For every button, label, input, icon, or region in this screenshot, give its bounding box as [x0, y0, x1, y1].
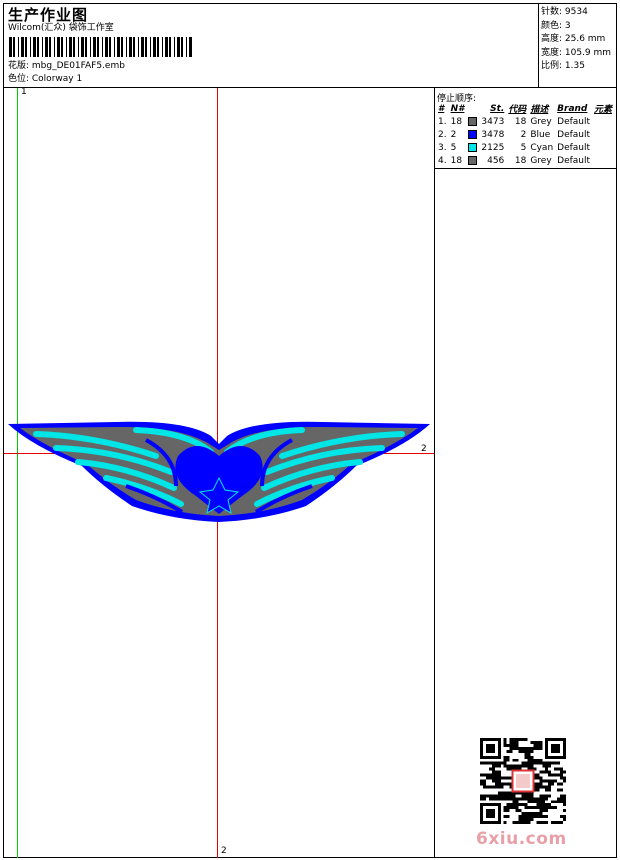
color-count: 颜色: 3 — [541, 20, 571, 31]
row-code: 18 — [514, 155, 527, 166]
stop-sequence-table: # N# St. 代码 描述 Brand 元素 1. 18 3473 18 Grey De… — [436, 102, 614, 167]
row-needle: 18 — [450, 155, 463, 166]
table-row: 3. 5 2125 5 Cyan Default — [436, 141, 614, 154]
row-element — [592, 115, 614, 128]
swatch-cell — [466, 141, 479, 154]
barcode-icon — [9, 37, 192, 57]
stitch-count: 针数: 9534 — [541, 7, 588, 17]
guide-label-top: 1 — [21, 87, 27, 97]
row-brand: Default — [557, 142, 591, 153]
row-code: 18 — [514, 116, 527, 127]
col-needle: N# — [450, 103, 465, 114]
swatch-cell — [466, 115, 479, 128]
embroidery-wings-design — [8, 421, 430, 522]
col-code: 代码 — [508, 105, 527, 115]
color-swatch-icon — [468, 129, 478, 139]
row-brand: Default — [557, 116, 591, 127]
col-brand: Brand — [557, 103, 588, 114]
design-width: 宽度: 105.9 mm — [541, 47, 612, 58]
design-height: 高度: 25.6 mm — [541, 34, 606, 44]
row-code: 5 — [520, 142, 527, 153]
header-divider — [3, 87, 617, 88]
row-code: 2 — [520, 129, 527, 140]
row-desc: Cyan — [530, 142, 554, 153]
table-header-row: # N# St. 代码 描述 Brand 元素 — [436, 102, 614, 116]
row-stitches: 3478 — [481, 129, 505, 140]
row-needle: 18 — [450, 116, 463, 127]
design-ratio: 比例: 1.35 — [541, 61, 585, 71]
row-index: 3. — [438, 142, 447, 153]
watermark-logo: 6xiu.com — [476, 829, 567, 849]
stop-table-divider — [435, 168, 617, 169]
swatch-cell — [466, 154, 479, 167]
page-title: 生产作业图 — [8, 6, 89, 24]
row-desc: Grey — [530, 155, 552, 166]
swatch-cell — [466, 128, 479, 141]
row-stitches: 2125 — [481, 142, 505, 153]
qr-code-icon — [480, 738, 566, 824]
stats-divider — [538, 3, 539, 87]
row-element — [592, 141, 614, 154]
row-desc: Grey — [530, 116, 552, 127]
table-row: 1. 18 3473 18 Grey Default — [436, 115, 614, 128]
row-index: 1. — [438, 116, 447, 127]
row-stitches: 3473 — [481, 116, 505, 127]
row-stitches: 456 — [487, 155, 505, 166]
row-needle: 2 — [450, 129, 457, 140]
col-element: 元素 — [594, 105, 613, 115]
row-brand: Default — [557, 155, 591, 166]
row-brand: Default — [557, 129, 591, 140]
table-row: 2. 2 3478 2 Blue Default — [436, 128, 614, 141]
panel-divider — [434, 87, 435, 858]
row-element — [592, 128, 614, 141]
design-stats: 针数: 9534 颜色: 3 高度: 25.6 mm 宽度: 105.9 mm … — [541, 6, 611, 74]
col-index: # — [438, 103, 445, 114]
guide-label-bottom: 2 — [221, 846, 227, 856]
color-swatch-icon — [468, 116, 478, 126]
design-file-name: 花版: mbg_DE01FAF5.emb — [8, 61, 125, 71]
color-swatch-icon — [468, 142, 478, 152]
row-element — [592, 154, 614, 167]
colorway-label: 色位: Colorway 1 — [8, 74, 83, 84]
row-index: 4. — [438, 155, 447, 166]
row-needle: 5 — [450, 142, 457, 153]
row-index: 2. — [438, 129, 447, 140]
col-desc: 描述 — [530, 105, 549, 115]
studio-name: Wilcom(汇众) 袋饰工作室 — [8, 23, 114, 33]
color-swatch-icon — [468, 155, 478, 165]
table-row: 4. 18 456 18 Grey Default — [436, 154, 614, 167]
row-desc: Blue — [530, 129, 551, 140]
col-stitches: St. — [490, 103, 505, 114]
